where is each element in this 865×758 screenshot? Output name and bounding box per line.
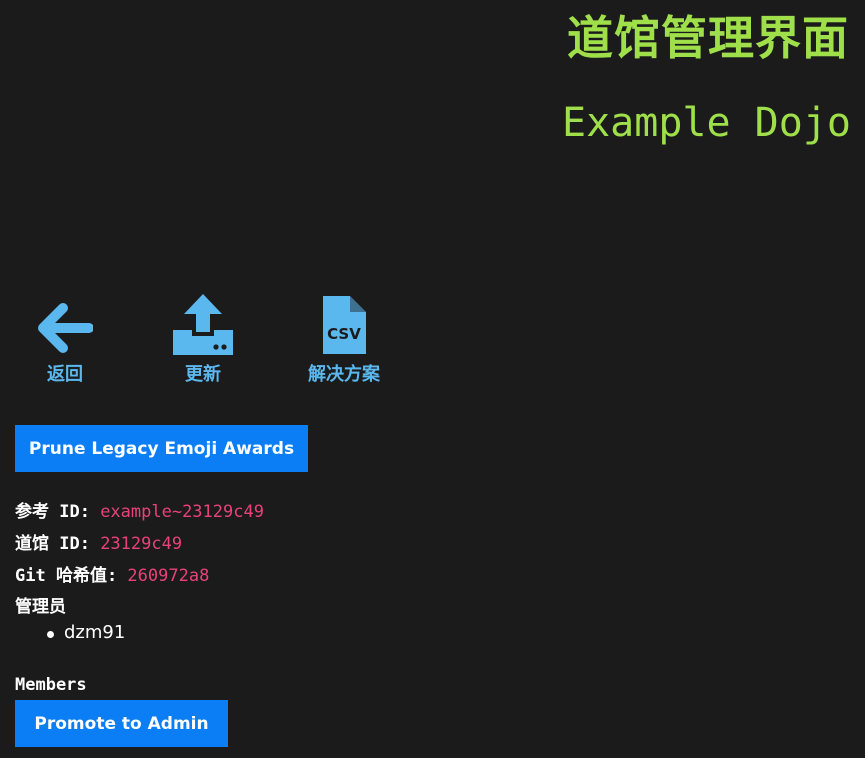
back-label: 返回 (47, 364, 83, 385)
arrow-left-icon (37, 294, 93, 356)
reference-id-value: example~23129c49 (100, 502, 264, 522)
reference-id-row: 参考 ID: example~23129c49 (15, 497, 264, 522)
admin-username: dzm91 (64, 622, 126, 643)
dojo-id-value: 23129c49 (100, 534, 183, 554)
git-hash-row: Git 哈希值: 260972a8 (15, 561, 209, 586)
promote-to-admin-button[interactable]: Promote to Admin (15, 700, 228, 747)
upload-icon (172, 294, 234, 356)
dojo-id-row: 道馆 ID: 23129c49 (15, 529, 182, 554)
csv-file-icon: CSV (320, 294, 368, 356)
solutions-action[interactable]: CSV 解决方案 (308, 294, 380, 386)
git-hash-label: Git 哈希值: (15, 566, 128, 586)
members-heading: Members (15, 675, 87, 695)
prune-emoji-awards-button[interactable]: Prune Legacy Emoji Awards (15, 425, 308, 472)
admins-list: dzm91 (15, 622, 125, 643)
page-title: 道馆管理界面 (567, 11, 849, 65)
git-hash-value: 260972a8 (127, 566, 210, 586)
update-label: 更新 (185, 364, 221, 385)
dojo-id-label: 道馆 ID: (15, 534, 101, 554)
list-item: dzm91 (15, 622, 125, 643)
back-action[interactable]: 返回 (37, 294, 93, 386)
update-action[interactable]: 更新 (172, 294, 234, 386)
svg-text:CSV: CSV (327, 325, 361, 343)
dojo-name: Example Dojo (562, 100, 851, 146)
solutions-label: 解决方案 (308, 364, 380, 385)
reference-id-label: 参考 ID: (15, 502, 101, 522)
bullet-dot (47, 631, 54, 638)
admins-heading: 管理员 (15, 597, 66, 617)
